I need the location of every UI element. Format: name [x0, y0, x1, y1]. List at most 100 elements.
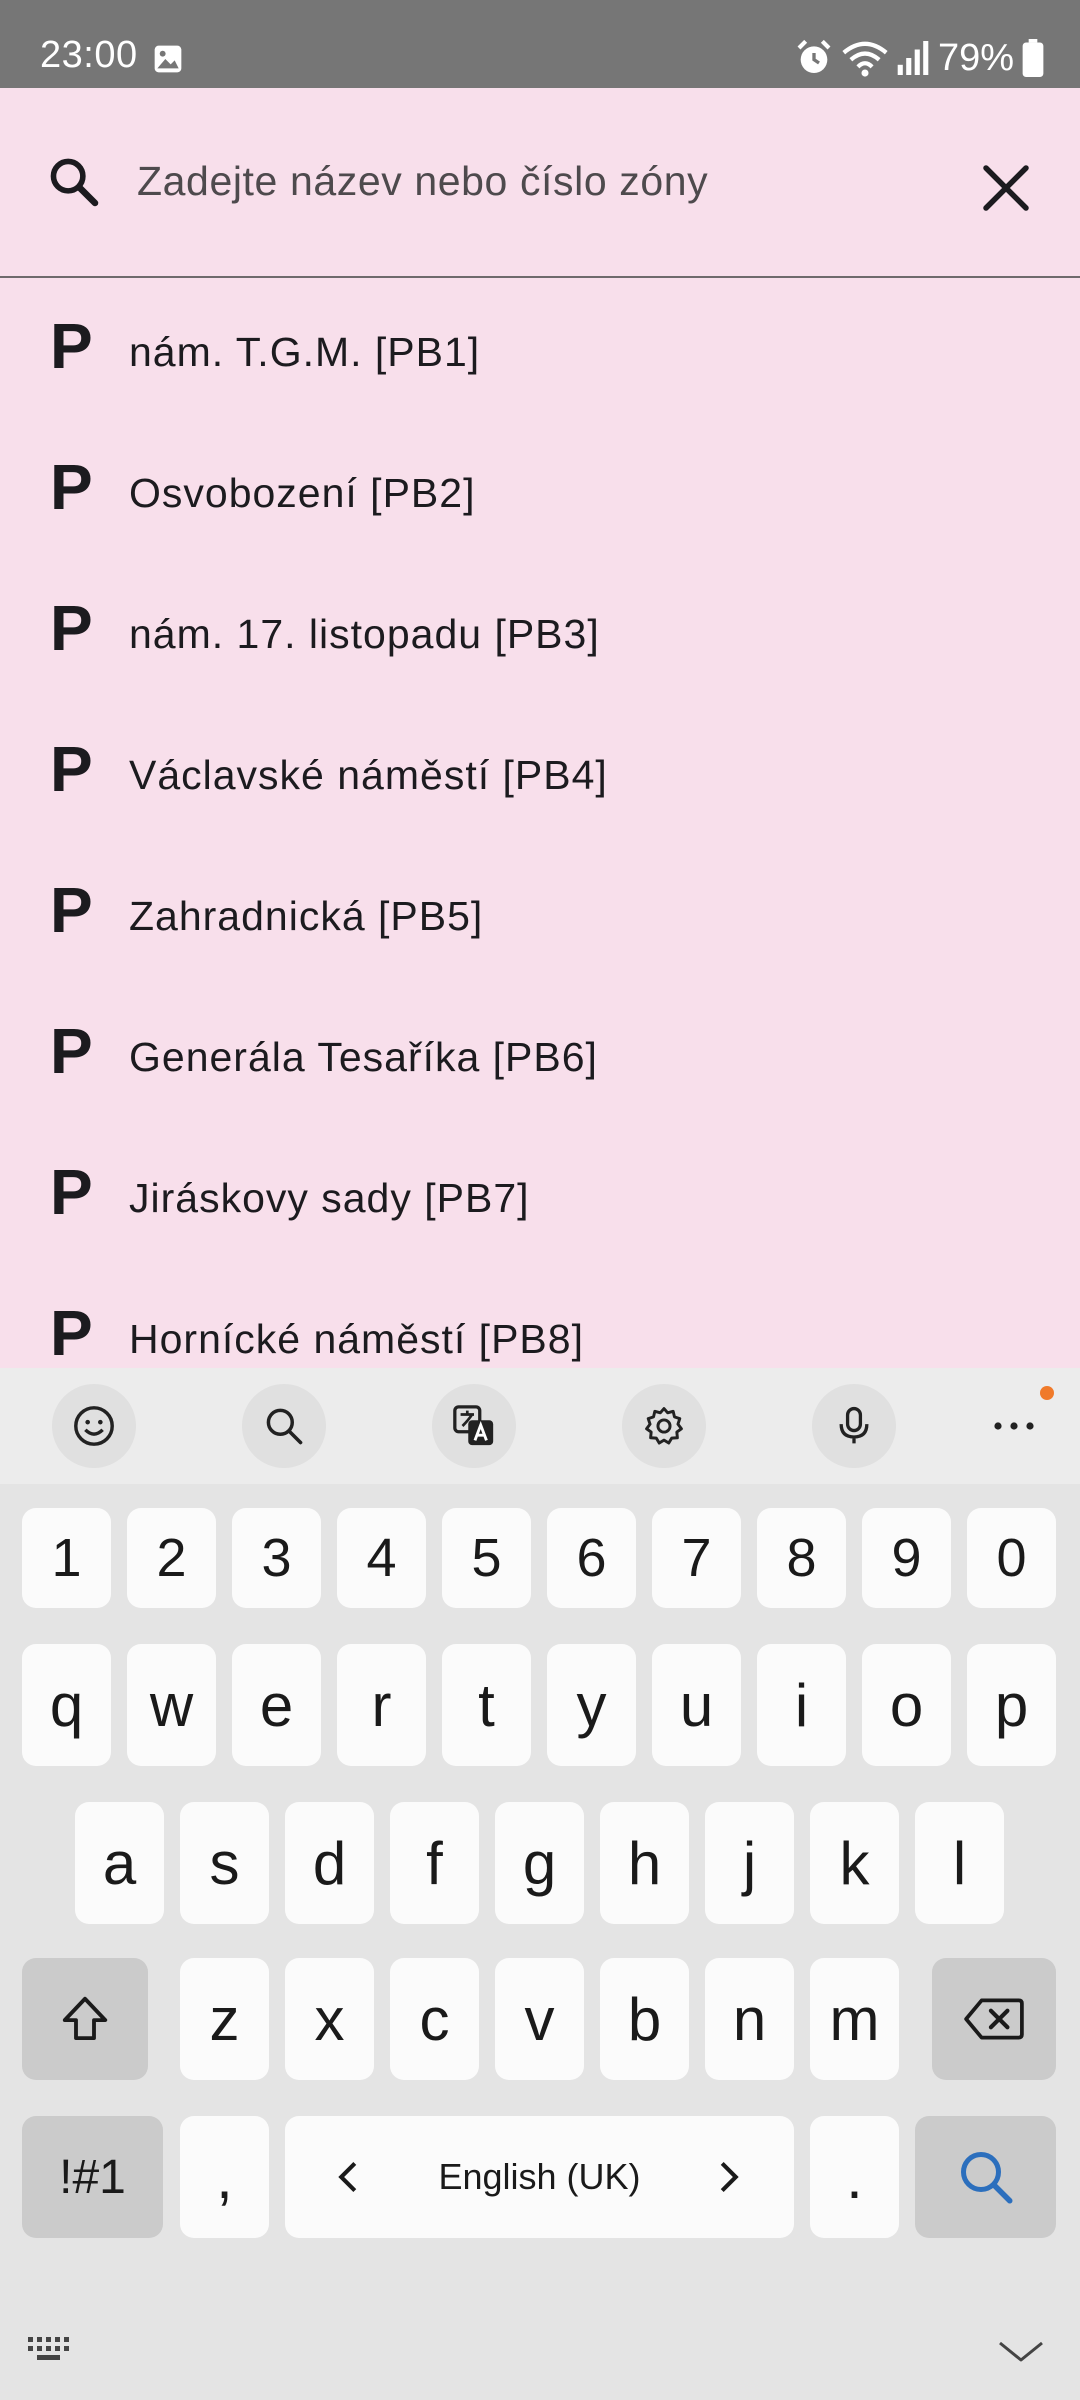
zone-item[interactable]: P Jiráskovy sady [PB7] — [0, 1126, 1080, 1267]
space-key[interactable]: English (UK) — [285, 2116, 794, 2238]
keyboard-bottom-bar — [0, 2300, 1080, 2400]
key-s[interactable]: s — [180, 1802, 269, 1924]
zone-item[interactable]: P Osvobození [PB2] — [0, 421, 1080, 562]
key-e[interactable]: e — [232, 1644, 321, 1766]
search-icon — [50, 158, 99, 207]
key-c[interactable]: c — [390, 1958, 479, 2080]
translate-icon — [453, 1405, 494, 1446]
zone-item[interactable]: P nám. T.G.M. [PB1] — [0, 280, 1080, 421]
zone-search-screen: P nám. T.G.M. [PB1] P Osvobození [PB2] P… — [0, 88, 1080, 1368]
key-i[interactable]: i — [757, 1644, 846, 1766]
shift-icon — [62, 1996, 108, 2041]
key-h[interactable]: h — [600, 1802, 689, 1924]
notification-dot — [1040, 1386, 1054, 1400]
key-a[interactable]: a — [75, 1802, 164, 1924]
key-6[interactable]: 6 — [547, 1508, 636, 1608]
key-u[interactable]: u — [652, 1644, 741, 1766]
zone-list: P nám. T.G.M. [PB1] P Osvobození [PB2] P… — [0, 280, 1080, 1368]
alarm-icon — [797, 39, 831, 73]
chevron-right-icon — [720, 2161, 739, 2193]
key-k[interactable]: k — [810, 1802, 899, 1924]
translate-button[interactable] — [432, 1384, 516, 1468]
key-m[interactable]: m — [810, 1958, 899, 2080]
parking-icon: P — [50, 310, 93, 382]
keyboard-toolbar — [0, 1368, 1080, 1484]
key-x[interactable]: x — [285, 1958, 374, 2080]
parking-icon: P — [50, 1156, 93, 1228]
key-j[interactable]: j — [705, 1802, 794, 1924]
signal-icon — [897, 41, 929, 75]
key-8[interactable]: 8 — [757, 1508, 846, 1608]
hide-keyboard-icon[interactable] — [996, 2338, 1046, 2366]
zone-label: Jiráskovy sady [PB7] — [129, 1175, 530, 1221]
search-icon — [960, 2152, 1012, 2204]
zone-item[interactable]: P Václavské náměstí [PB4] — [0, 703, 1080, 844]
key-p[interactable]: p — [967, 1644, 1056, 1766]
zone-label: nám. 17. listopadu [PB3] — [129, 611, 600, 657]
parking-icon: P — [50, 592, 93, 664]
key-o[interactable]: o — [862, 1644, 951, 1766]
mic-icon — [839, 1406, 869, 1444]
key-w[interactable]: w — [127, 1644, 216, 1766]
key-7[interactable]: 7 — [652, 1508, 741, 1608]
key-r[interactable]: r — [337, 1644, 426, 1766]
battery-icon — [1022, 39, 1044, 77]
space-language-label: English (UK) — [438, 2156, 641, 2197]
parking-icon: P — [50, 1297, 93, 1368]
battery-percentage: 79% — [937, 36, 1014, 79]
key-t[interactable]: t — [442, 1644, 531, 1766]
zone-item[interactable]: P Generála Tesaříka [PB6] — [0, 985, 1080, 1126]
key-v[interactable]: v — [495, 1958, 584, 2080]
status-bar: 23:00 79% — [0, 0, 1080, 88]
keyboard-switch-icon[interactable] — [26, 2334, 76, 2364]
settings-button[interactable] — [622, 1384, 706, 1468]
emoji-icon — [74, 1406, 114, 1446]
search-icon — [266, 1408, 303, 1445]
key-0[interactable]: 0 — [967, 1508, 1056, 1608]
parking-icon: P — [50, 1015, 93, 1087]
zone-label: Zahradnická [PB5] — [129, 893, 484, 939]
key-d[interactable]: d — [285, 1802, 374, 1924]
zone-item[interactable]: P Hornícké náměstí [PB8] — [0, 1267, 1080, 1368]
backspace-key[interactable] — [932, 1958, 1056, 2080]
symbols-key[interactable]: !#1 — [22, 2116, 163, 2238]
zone-label: nám. T.G.M. [PB1] — [129, 329, 481, 375]
parking-icon: P — [50, 451, 93, 523]
key-1[interactable]: 1 — [22, 1508, 111, 1608]
status-icons: 79% — [794, 36, 1044, 80]
key-f[interactable]: f — [390, 1802, 479, 1924]
key-q[interactable]: q — [22, 1644, 111, 1766]
comma-key[interactable]: , — [180, 2116, 269, 2238]
search-input[interactable] — [137, 146, 937, 216]
settings-icon — [645, 1407, 683, 1445]
zone-item[interactable]: P nám. 17. listopadu [PB3] — [0, 562, 1080, 703]
keyboard-search-button[interactable] — [242, 1384, 326, 1468]
key-b[interactable]: b — [600, 1958, 689, 2080]
search-action-key[interactable] — [915, 2116, 1056, 2238]
key-9[interactable]: 9 — [862, 1508, 951, 1608]
key-y[interactable]: y — [547, 1644, 636, 1766]
chevron-left-icon — [338, 2161, 357, 2193]
zone-item[interactable]: P Zahradnická [PB5] — [0, 844, 1080, 985]
zone-label: Hornícké náměstí [PB8] — [129, 1316, 584, 1362]
keyboard: 1 2 3 4 5 6 7 8 9 0 q w e r t y u i o p … — [0, 1368, 1080, 2400]
emoji-button[interactable] — [52, 1384, 136, 1468]
key-2[interactable]: 2 — [127, 1508, 216, 1608]
period-key[interactable]: . — [810, 2116, 899, 2238]
more-icon — [994, 1422, 1034, 1430]
key-l[interactable]: l — [915, 1802, 1004, 1924]
wifi-icon — [842, 41, 888, 77]
zone-label: Generála Tesaříka [PB6] — [129, 1034, 598, 1080]
shift-key[interactable] — [22, 1958, 148, 2080]
parking-icon: P — [50, 874, 93, 946]
key-3[interactable]: 3 — [232, 1508, 321, 1608]
zone-label: Václavské náměstí [PB4] — [129, 752, 608, 798]
zone-label: Osvobození [PB2] — [129, 470, 476, 516]
voice-input-button[interactable] — [812, 1384, 896, 1468]
key-z[interactable]: z — [180, 1958, 269, 2080]
key-4[interactable]: 4 — [337, 1508, 426, 1608]
clear-search-button[interactable] — [976, 158, 1036, 218]
key-g[interactable]: g — [495, 1802, 584, 1924]
key-n[interactable]: n — [705, 1958, 794, 2080]
key-5[interactable]: 5 — [442, 1508, 531, 1608]
